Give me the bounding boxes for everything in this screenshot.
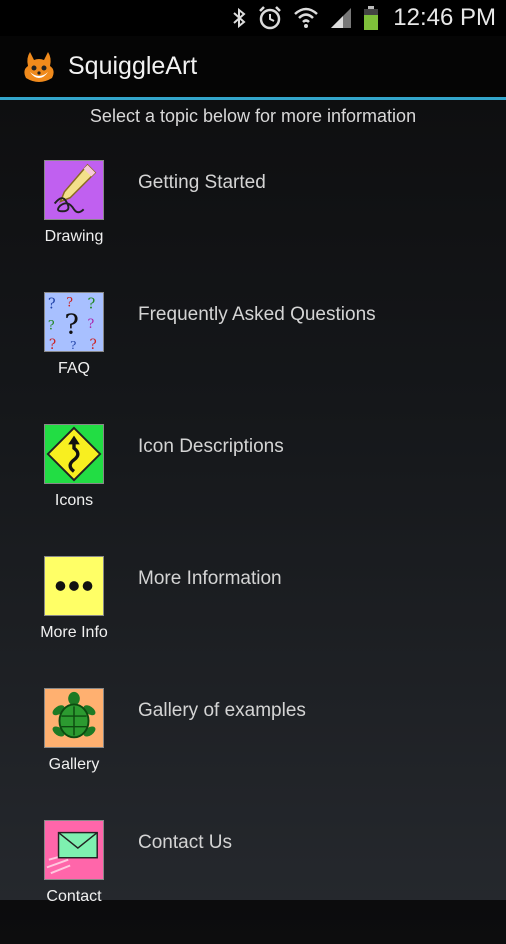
- topic-list: Drawing Getting Started ? ? ? ? ? ? ? ? …: [0, 152, 506, 944]
- svg-text:?: ?: [64, 310, 79, 341]
- svg-text:?: ?: [66, 295, 73, 310]
- question-marks-icon[interactable]: ? ? ? ? ? ? ? ? ?: [44, 292, 104, 352]
- fox-logo-icon[interactable]: [20, 48, 58, 86]
- topic-icon-label: FAQ: [57, 360, 90, 377]
- topic-title[interactable]: Contact Us: [138, 832, 232, 854]
- dots-icon[interactable]: [44, 556, 104, 616]
- svg-text:?: ?: [88, 296, 96, 312]
- topic-title[interactable]: Getting Started: [138, 172, 266, 194]
- envelope-icon[interactable]: [44, 820, 104, 880]
- road-sign-icon[interactable]: [44, 424, 104, 484]
- topic-title[interactable]: Frequently Asked Questions: [138, 304, 376, 326]
- topic-title[interactable]: Icon Descriptions: [138, 436, 284, 458]
- topic-more-info[interactable]: More Info More Information: [0, 548, 506, 680]
- svg-text:?: ?: [48, 318, 55, 333]
- pencil-squiggle-icon[interactable]: [44, 160, 104, 220]
- topic-contact[interactable]: Contact Contact Us: [0, 812, 506, 944]
- wifi-icon: [293, 6, 319, 30]
- action-bar: SquiggleArt: [0, 36, 506, 100]
- topic-gallery[interactable]: Gallery Gallery of examples: [0, 680, 506, 812]
- topic-drawing[interactable]: Drawing Getting Started: [0, 152, 506, 284]
- svg-text:?: ?: [70, 338, 76, 351]
- svg-text:?: ?: [88, 316, 95, 331]
- svg-text:?: ?: [49, 337, 56, 351]
- battery-icon: [363, 5, 379, 31]
- topic-icon-label: Icons: [54, 492, 94, 509]
- topic-icon-label: Gallery: [48, 756, 100, 773]
- topic-icons[interactable]: Icons Icon Descriptions: [0, 416, 506, 548]
- turtle-icon[interactable]: [44, 688, 104, 748]
- svg-text:?: ?: [89, 337, 96, 351]
- topic-faq[interactable]: ? ? ? ? ? ? ? ? ? FAQ Frequently Asked Q…: [0, 284, 506, 416]
- app-title: SquiggleArt: [68, 52, 198, 80]
- topic-icon-label: Drawing: [44, 228, 104, 245]
- alarm-icon: [257, 5, 283, 31]
- clock-time: 12:46 PM: [393, 4, 496, 31]
- svg-text:?: ?: [48, 296, 56, 312]
- topic-icon-label: Contact: [46, 888, 102, 905]
- topic-title[interactable]: Gallery of examples: [138, 700, 306, 722]
- topic-icon-label: More Info: [40, 624, 108, 641]
- signal-icon: [329, 6, 353, 30]
- instructions-text: Select a topic below for more informatio…: [89, 106, 417, 126]
- bluetooth-icon: [231, 6, 247, 30]
- status-bar: 12:46 PM: [0, 0, 506, 36]
- topic-title[interactable]: More Information: [138, 568, 282, 590]
